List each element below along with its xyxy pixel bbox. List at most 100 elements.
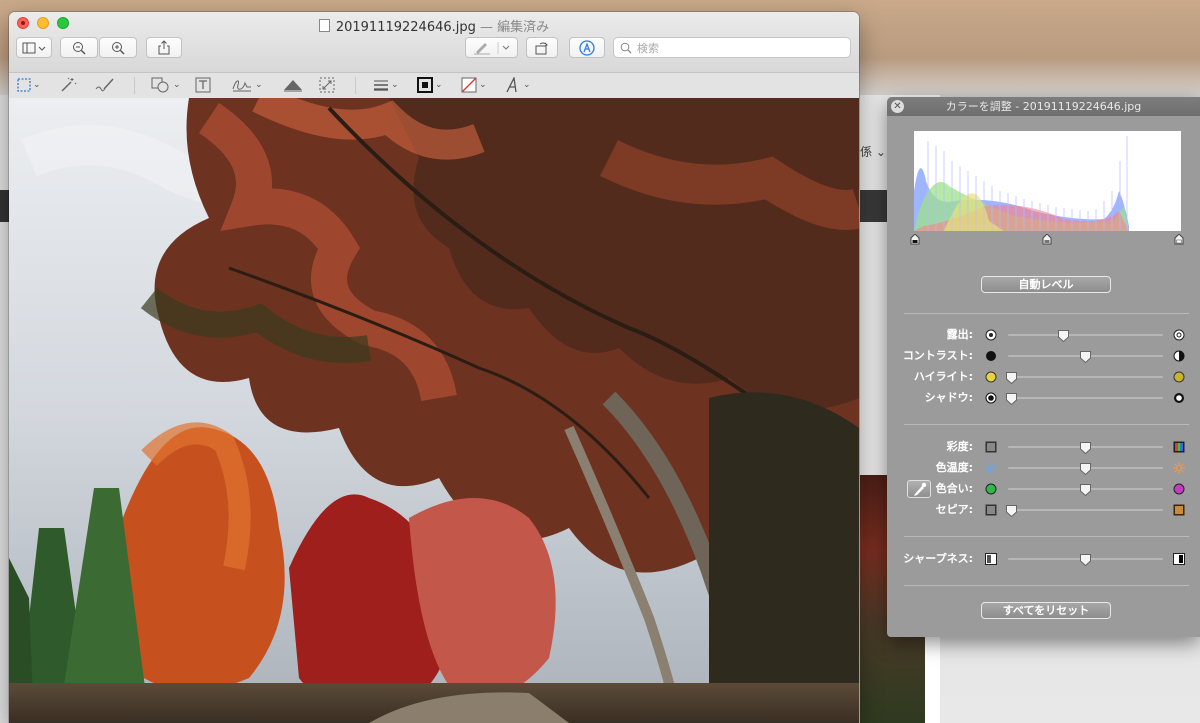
sepia-high-icon — [1173, 504, 1185, 516]
toolbar-separator — [134, 77, 135, 94]
adjust-size-tool[interactable] — [319, 75, 335, 95]
exposure-slider-thumb[interactable] — [1058, 330, 1070, 342]
tint-slider-thumb[interactable] — [1080, 484, 1091, 496]
auto-levels-button[interactable]: 自動レベル — [981, 276, 1111, 293]
saturation-label: 彩度: — [946, 440, 973, 453]
sharpness-high-icon — [1173, 553, 1185, 565]
zoom-out-icon — [73, 41, 86, 55]
highlights-slider[interactable] — [1008, 376, 1163, 378]
sidebar-button[interactable] — [16, 37, 52, 58]
markup-icon — [579, 39, 595, 56]
contrast-row: コントラスト: — [887, 348, 1200, 364]
temperature-cool-icon — [985, 462, 997, 474]
background-menu-fragment: 係 ⌄ — [860, 145, 886, 159]
close-icon: ✕ — [893, 101, 902, 112]
rotate-button[interactable] — [526, 37, 558, 58]
panel-title-bar: ✕ カラーを調整 - 20191119224646.jpg — [887, 97, 1200, 116]
tint-label: 色合い: — [935, 482, 973, 495]
tint-magenta-icon — [1173, 483, 1185, 495]
shadows-slider[interactable] — [1008, 397, 1163, 399]
fill-color-tool[interactable]: ⌄ — [461, 75, 487, 95]
gray-point-handle[interactable] — [1042, 234, 1052, 245]
sharpness-row: シャープネス: — [887, 551, 1200, 567]
markup-toolbar: ⌄ ⌄ ⌄ ⌄ ⌄ ⌄ ⌄ — [9, 73, 859, 99]
border-color-icon — [417, 77, 433, 93]
text-tool[interactable] — [195, 75, 211, 95]
markup-toolbar-button[interactable] — [569, 37, 605, 58]
exposure-label: 露出: — [946, 328, 973, 341]
preview-window: 20191119224646.jpg — 編集済み 検索 ⌄ ⌄ ⌄ ⌄ ⌄ ⌄… — [9, 12, 859, 723]
document-icon — [318, 19, 330, 32]
divider — [904, 585, 1189, 586]
highlights-low-icon — [985, 371, 997, 383]
eyedropper-icon — [914, 482, 927, 496]
sharpness-slider-thumb[interactable] — [1080, 554, 1091, 566]
pen-icon — [473, 41, 509, 54]
highlights-slider-thumb[interactable] — [1005, 372, 1017, 384]
shadows-high-icon — [1174, 393, 1184, 403]
shapes-tool[interactable]: ⌄ — [151, 75, 181, 95]
contrast-high-icon — [1173, 350, 1185, 362]
zoom-out-button[interactable] — [60, 37, 98, 58]
sharpness-label: シャープネス: — [903, 552, 973, 565]
sepia-low-icon — [985, 504, 997, 516]
exposure-high-icon — [1173, 329, 1185, 341]
saturation-high-icon — [1173, 441, 1185, 453]
sign-tool[interactable]: ⌄ — [231, 75, 263, 95]
rect-select-tool[interactable]: ⌄ — [17, 75, 41, 95]
temperature-warm-icon — [1173, 462, 1185, 474]
title-bar: 20191119224646.jpg — 編集済み 検索 — [9, 12, 859, 73]
contrast-slider-thumb[interactable] — [1080, 351, 1091, 363]
sidebar-icon — [22, 42, 46, 53]
image-canvas[interactable] — [9, 98, 859, 723]
contrast-label: コントラスト: — [902, 349, 973, 362]
pen-menu-button[interactable] — [465, 37, 518, 58]
rotate-icon — [535, 42, 548, 54]
temperature-slider-thumb[interactable] — [1080, 463, 1091, 475]
resize-icon — [319, 77, 335, 93]
black-point-handle[interactable] — [910, 234, 920, 245]
search-field[interactable]: 検索 — [613, 37, 851, 58]
sketch-icon — [95, 78, 114, 92]
saturation-slider-thumb[interactable] — [1080, 442, 1091, 454]
eyedropper-button[interactable] — [907, 480, 931, 498]
divider — [904, 536, 1189, 537]
contrast-low-icon — [986, 351, 996, 361]
histogram-graph — [914, 136, 1129, 231]
white-point-handle[interactable] — [1174, 234, 1184, 245]
shadows-slider-thumb[interactable] — [1005, 393, 1017, 405]
exposure-slider[interactable] — [1008, 334, 1163, 336]
magic-wand-icon — [61, 77, 77, 92]
instant-alpha-tool[interactable] — [59, 75, 77, 95]
border-color-tool[interactable]: ⌄ — [417, 75, 443, 95]
panel-close-button[interactable]: ✕ — [891, 100, 904, 113]
adjust-color-tool[interactable] — [283, 75, 303, 95]
shapes-icon — [151, 77, 169, 93]
reset-all-button[interactable]: すべてをリセット — [981, 602, 1111, 619]
line-style-icon — [374, 80, 388, 91]
zoom-in-button[interactable] — [99, 37, 137, 58]
toolbar-separator — [355, 77, 356, 94]
sepia-slider-thumb[interactable] — [1005, 505, 1017, 517]
sketch-tool[interactable] — [95, 75, 115, 95]
divider — [904, 313, 1189, 314]
search-placeholder: 検索 — [637, 41, 659, 55]
text-icon — [195, 77, 211, 93]
window-status: — 編集済み — [475, 20, 550, 35]
text-style-tool[interactable]: ⌄ — [505, 75, 531, 95]
tint-row: 色合い: — [887, 481, 1200, 497]
sharpness-low-icon — [985, 553, 997, 565]
share-button[interactable] — [146, 37, 182, 58]
highlights-label: ハイライト: — [913, 370, 973, 383]
line-style-tool[interactable]: ⌄ — [373, 75, 399, 95]
sepia-label: セピア: — [935, 503, 973, 516]
shadows-row: シャドウ: — [887, 390, 1200, 406]
exposure-low-icon — [985, 329, 997, 341]
window-title: 20191119224646.jpg — 編集済み — [9, 16, 859, 35]
font-icon — [506, 77, 517, 93]
shadows-label: シャドウ: — [924, 391, 973, 404]
sepia-slider[interactable] — [1008, 509, 1163, 511]
fill-color-icon — [461, 77, 477, 93]
window-filename: 20191119224646.jpg — [335, 20, 476, 35]
temperature-row: 色温度: — [887, 460, 1200, 476]
